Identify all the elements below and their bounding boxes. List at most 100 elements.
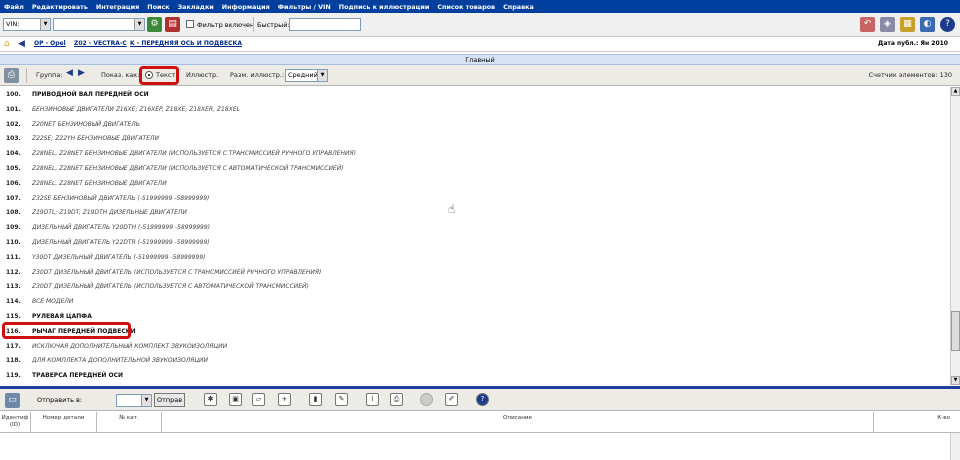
list-item[interactable]: 115. РУЛЕВАЯ ЦАПФА (0, 309, 950, 324)
help-icon[interactable]: ? (476, 393, 489, 406)
menu-info[interactable]: Информация (222, 3, 270, 11)
list-item[interactable]: 100. ПРИВОДНОЙ ВАЛ ПЕРЕДНЕЙ ОСИ (0, 87, 950, 102)
print-preview-icon[interactable]: ◐ (920, 17, 935, 32)
edit-list-icon[interactable]: ✎ (335, 393, 348, 406)
list-item-label[interactable]: Z19DTL; Z19DT; Z19DTH ДИЗЕЛЬНЫЕ ДВИГАТЕЛ… (32, 205, 187, 220)
list-item[interactable]: 118. ДЛЯ КОМПЛЕКТА ДОПОЛНИТЕЛЬНОЙ ЗВУКОИЗ… (0, 353, 950, 368)
list-item-label[interactable]: ТРАВЕРСА ПЕРЕДНЕЙ ОСИ (32, 368, 123, 383)
list-item-label[interactable]: ПРИВОДНОЙ ВАЛ ПЕРЕДНЕЙ ОСИ (32, 87, 149, 102)
filter-checkbox[interactable] (186, 20, 194, 28)
col-part-number[interactable]: Номер детали (31, 412, 97, 433)
open-folder-icon[interactable]: ▱ (252, 393, 265, 406)
send-button[interactable]: Отправ (154, 393, 185, 407)
list-item-label[interactable]: ИСКЛЮЧАЯ ДОПОЛНИТЕЛЬНЫЙ КОМПЛЕКТ ЗВУКОИЗ… (32, 339, 227, 354)
list-item[interactable]: 107. Z32SE БЕНЗИНОВЫЙ ДВИГАТЕЛЬ (-5199999… (0, 191, 950, 206)
col-catalog-number[interactable]: № кат. (97, 412, 162, 433)
toolbar-divider (253, 17, 254, 32)
menu-search[interactable]: Поиск (147, 3, 169, 11)
illus-option-label[interactable]: Иллюстр. (186, 71, 218, 79)
list-item[interactable]: 109. ДИЗЕЛЬНЫЙ ДВИГАТЕЛЬ Y20DTH (-5199999… (0, 220, 950, 235)
list-item-label[interactable]: Z30DT ДИЗЕЛЬНЫЙ ДВИГАТЕЛЬ (ИСПОЛЬЗУЕТСЯ … (32, 265, 321, 280)
list-item[interactable]: 105. Z28NEL, Z28NET БЕНЗИНОВЫЕ ДВИГАТЕЛИ … (0, 161, 950, 176)
list-item-label[interactable]: Z32SE БЕНЗИНОВЫЙ ДВИГАТЕЛЬ (-51999999 -5… (32, 191, 209, 206)
text-radio[interactable] (145, 71, 153, 79)
list-item-label[interactable]: Z30DT ДИЗЕЛЬНЫЙ ДВИГАТЕЛЬ (ИСПОЛЬЗУЕТСЯ … (32, 279, 309, 294)
breadcrumb-group[interactable]: K - ПЕРЕДНЯЯ ОСЬ И ПОДВЕСКА (130, 40, 242, 47)
list-item[interactable]: 108. Z19DTL; Z19DT; Z19DTH ДИЗЕЛЬНЫЕ ДВИГ… (0, 205, 950, 220)
search-vin-icon[interactable]: ⚙ (147, 17, 162, 32)
list-item-label[interactable]: Z22SE; Z22YH БЕНЗИНОВЫЕ ДВИГАТЕЛИ (32, 131, 159, 146)
list-item[interactable]: 104. Z28NEL, Z28NET БЕНЗИНОВЫЕ ДВИГАТЕЛИ … (0, 146, 950, 161)
col-description[interactable]: Описание (162, 412, 874, 433)
menu-bookmarks[interactable]: Закладки (178, 3, 214, 11)
breadcrumb-make[interactable]: OP - Opel (34, 40, 66, 47)
group-prev-icon[interactable]: ◀ (66, 68, 73, 78)
trash-icon[interactable]: ▮ (309, 393, 322, 406)
list-item[interactable]: 114. ВСЕ МОДЕЛИ (0, 294, 950, 309)
list-item[interactable]: 112. Z30DT ДИЗЕЛЬНЫЙ ДВИГАТЕЛЬ (ИСПОЛЬЗУЕ… (0, 265, 950, 280)
list-item-label[interactable]: Z28NEL, Z28NET БЕНЗИНОВЫЕ ДВИГАТЕЛИ (ИСП… (32, 146, 356, 161)
notes-icon[interactable]: ▦ (900, 17, 915, 32)
vin-input[interactable]: ▼ (53, 18, 145, 31)
list-item-label[interactable]: ДИЗЕЛЬНЫЙ ДВИГАТЕЛЬ Y20DTH (-51999999 -5… (32, 220, 210, 235)
vin-type-select[interactable]: VIN: ▼ (3, 18, 51, 31)
list-item[interactable]: 110. ДИЗЕЛЬНЫЙ ДВИГАТЕЛЬ Y22DTR (-5199999… (0, 235, 950, 250)
bookmark-icon[interactable]: ◈ (880, 17, 895, 32)
menu-goods-list[interactable]: Список товаров (437, 3, 495, 11)
col-id[interactable]: Идентиф (ID) (0, 412, 31, 433)
list-item-label[interactable]: Z28NEL, Z28NET БЕНЗИНОВЫЕ ДВИГАТЕЛИ (ИСП… (32, 161, 344, 176)
scroll-thumb[interactable] (951, 311, 960, 351)
menu-illustration-caption[interactable]: Подпись к иллюстрации (339, 3, 430, 11)
print-icon[interactable]: ⎙ (4, 68, 19, 83)
scroll-down-icon[interactable]: ▼ (951, 376, 960, 385)
send-to-select[interactable]: ▼ (116, 394, 152, 407)
list-item[interactable]: 116. РЫЧАГ ПЕРЕДНЕЙ ПОДВЕСКИ (0, 324, 950, 339)
radio-dot (148, 74, 150, 76)
add-item-icon[interactable]: + (278, 393, 291, 406)
note-edit-icon[interactable]: ✐ (445, 393, 458, 406)
group-next-icon[interactable]: ▶ (78, 68, 85, 78)
list-item-label[interactable]: БЕНЗИНОВЫЕ ДВИГАТЕЛИ Z16XE; Z16XEP, Z18X… (32, 102, 240, 117)
list-item-label[interactable]: ДИЗЕЛЬНЫЙ ДВИГАТЕЛЬ Y22DTR (-51999999 -5… (32, 235, 210, 250)
menu-help[interactable]: Справка (503, 3, 534, 11)
list-item-label[interactable]: Y30DT ДИЗЕЛЬНЫЙ ДВИГАТЕЛЬ (-51999999 -58… (32, 250, 205, 265)
back-icon[interactable]: ◀ (18, 39, 25, 49)
order-scrollbar[interactable] (950, 433, 960, 460)
list-item-label[interactable]: ДЛЯ КОМПЛЕКТА ДОПОЛНИТЕЛЬНОЙ ЗВУКОИЗОЛЯЦ… (32, 353, 208, 368)
list-item[interactable]: 103. Z22SE; Z22YH БЕНЗИНОВЫЕ ДВИГАТЕЛИ (0, 131, 950, 146)
quick-search-input[interactable] (289, 18, 361, 31)
list-item[interactable]: 106. Z28NEL, Z28NET БЕНЗИНОВЫЕ ДВИГАТЕЛИ (0, 176, 950, 191)
save-icon[interactable]: ▣ (229, 393, 242, 406)
list-item-label[interactable]: Z20NET БЕНЗИНОВЫЙ ДВИГАТЕЛЬ (32, 117, 140, 132)
menu-integration[interactable]: Интеграция (96, 3, 139, 11)
pdf-icon[interactable]: ▤ (165, 17, 180, 32)
chevron-down-icon[interactable]: ▼ (40, 19, 50, 30)
list-item[interactable]: 113. Z30DT ДИЗЕЛЬНЫЙ ДВИГАТЕЛЬ (ИСПОЛЬЗУЕ… (0, 279, 950, 294)
list-item-label[interactable]: Z28NEL, Z28NET БЕНЗИНОВЫЕ ДВИГАТЕЛИ (32, 176, 167, 191)
list-item-label[interactable]: ВСЕ МОДЕЛИ (32, 294, 73, 309)
list-item[interactable]: 119. ТРАВЕРСА ПЕРЕДНЕЙ ОСИ (0, 368, 950, 383)
chevron-down-icon[interactable]: ▼ (134, 19, 144, 30)
attach-icon[interactable]: ⌇ (366, 393, 379, 406)
cart-icon[interactable]: ▭ (5, 393, 20, 408)
menu-file[interactable]: Файл (4, 3, 24, 11)
illus-size-select[interactable]: Средний ▼ (285, 69, 328, 82)
list-item[interactable]: 117. ИСКЛЮЧАЯ ДОПОЛНИТЕЛЬНЫЙ КОМПЛЕКТ ЗВУ… (0, 339, 950, 354)
list-scrollbar[interactable]: ▲ ▼ (950, 87, 960, 385)
breadcrumb-model[interactable]: Z02 - VECTRA-C (74, 40, 127, 47)
list-item[interactable]: 102. Z20NET БЕНЗИНОВЫЙ ДВИГАТЕЛЬ (0, 117, 950, 132)
new-list-icon[interactable]: ✱ (204, 393, 217, 406)
help-icon[interactable]: ? (940, 17, 955, 32)
chevron-down-icon[interactable]: ▼ (141, 395, 151, 406)
menu-edit[interactable]: Редактировать (32, 3, 88, 11)
col-quantity[interactable]: К-во (874, 412, 960, 433)
print-list-icon[interactable]: ⎙ (390, 393, 403, 406)
menu-filters-vin[interactable]: Фильтры / VIN (278, 3, 331, 11)
chevron-down-icon[interactable]: ▼ (317, 70, 327, 81)
home-icon[interactable]: ⌂ (4, 39, 10, 49)
back-arrow-icon[interactable]: ↶ (860, 17, 875, 32)
list-item-number: 105. (6, 165, 21, 172)
list-item[interactable]: 111. Y30DT ДИЗЕЛЬНЫЙ ДВИГАТЕЛЬ (-51999999… (0, 250, 950, 265)
list-item[interactable]: 101. БЕНЗИНОВЫЕ ДВИГАТЕЛИ Z16XE; Z16XEP, … (0, 102, 950, 117)
scroll-up-icon[interactable]: ▲ (951, 87, 960, 96)
